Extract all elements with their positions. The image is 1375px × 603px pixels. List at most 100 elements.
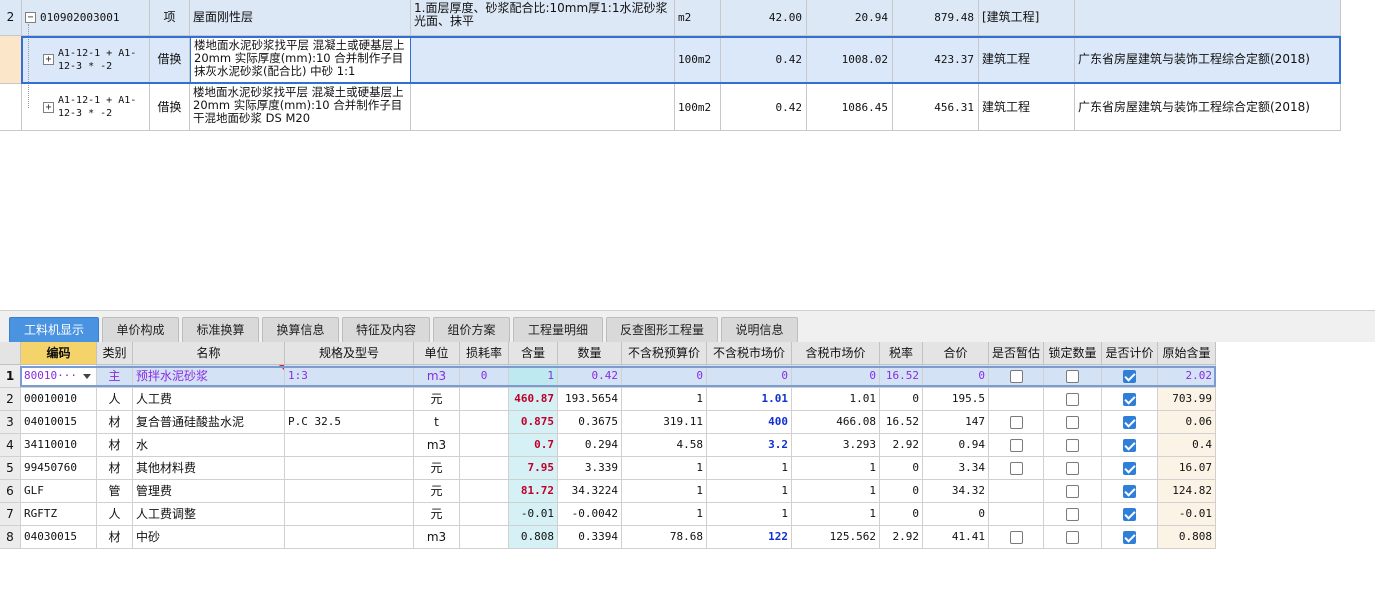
quota-row[interactable]: + A1-12-1 + A1-12-3 * -2 借换 楼地面水泥砂浆找平层 混… bbox=[0, 36, 1341, 84]
unchecked-checkbox[interactable] bbox=[1009, 462, 1023, 475]
tax-rate-cell[interactable]: 2.92 bbox=[880, 526, 923, 549]
resource-row[interactable]: 3 04010015 材 复合普通硅酸盐水泥 P.C 32.5 t 0.875 0.3675 3… bbox=[0, 411, 1216, 434]
content-cell[interactable]: 460.87 bbox=[509, 388, 558, 411]
header-is-priced[interactable]: 是否计价 bbox=[1102, 342, 1158, 365]
tab-quantity-detail[interactable]: 工程量明细 bbox=[513, 317, 603, 342]
unchecked-checkbox[interactable] bbox=[1009, 416, 1023, 429]
quantity-cell[interactable]: -0.0042 bbox=[558, 503, 622, 526]
name-cell[interactable]: 预拌水泥砂浆 bbox=[133, 365, 285, 388]
unchecked-checkbox[interactable] bbox=[1066, 439, 1079, 452]
quantity-cell[interactable]: 0.42 bbox=[558, 365, 622, 388]
checked-checkbox[interactable] bbox=[1123, 508, 1136, 521]
header-original-content[interactable]: 原始含量 bbox=[1158, 342, 1216, 365]
header-budget-price[interactable]: 不含税预算价 bbox=[622, 342, 707, 365]
unchecked-checkbox[interactable] bbox=[1066, 508, 1079, 521]
spec-cell[interactable]: P.C 32.5 bbox=[285, 411, 414, 434]
checked-checkbox[interactable] bbox=[1123, 485, 1136, 498]
tax-rate-cell[interactable]: 0 bbox=[880, 503, 923, 526]
loss-rate-cell[interactable]: 0 bbox=[460, 365, 509, 388]
is-priced-cell[interactable] bbox=[1102, 480, 1158, 503]
unchecked-checkbox[interactable] bbox=[1009, 439, 1023, 452]
unchecked-checkbox[interactable] bbox=[1066, 393, 1079, 406]
tax-rate-cell[interactable]: 0 bbox=[880, 388, 923, 411]
tab-conversion-info[interactable]: 换算信息 bbox=[262, 317, 339, 342]
is-priced-cell[interactable] bbox=[1102, 457, 1158, 480]
tax-market-price-cell[interactable]: 0 bbox=[792, 365, 880, 388]
loss-rate-cell[interactable] bbox=[460, 434, 509, 457]
unchecked-checkbox[interactable] bbox=[1066, 531, 1079, 544]
checked-checkbox[interactable] bbox=[1123, 370, 1136, 383]
content-cell[interactable]: 7.95 bbox=[509, 457, 558, 480]
lock-quantity-cell[interactable] bbox=[1044, 526, 1102, 549]
quota-row[interactable]: + A1-12-1 + A1-12-3 * -2 借换 楼地面水泥砂浆找平层 混… bbox=[0, 84, 1341, 131]
quantity-cell[interactable]: 0.42 bbox=[721, 36, 807, 84]
spec-cell[interactable]: 1:3 bbox=[285, 365, 414, 388]
unchecked-checkbox[interactable] bbox=[1066, 416, 1079, 429]
checked-checkbox[interactable] bbox=[1123, 531, 1136, 544]
header-spec[interactable]: 规格及型号 bbox=[285, 342, 414, 365]
code-cell[interactable]: 04010015 bbox=[21, 411, 97, 434]
loss-rate-cell[interactable] bbox=[460, 457, 509, 480]
spec-cell[interactable] bbox=[285, 480, 414, 503]
spec-cell[interactable] bbox=[285, 434, 414, 457]
is-priced-cell[interactable] bbox=[1102, 411, 1158, 434]
unchecked-checkbox[interactable] bbox=[1066, 370, 1079, 383]
expand-icon[interactable]: + bbox=[43, 54, 54, 65]
quantity-cell[interactable]: 34.3224 bbox=[558, 480, 622, 503]
feature-cell[interactable] bbox=[411, 84, 675, 131]
tab-features-content[interactable]: 特征及内容 bbox=[342, 317, 430, 342]
name-cell[interactable]: 管理费 bbox=[133, 480, 285, 503]
market-price-cell[interactable]: 1 bbox=[707, 503, 792, 526]
code-cell[interactable]: − 010902003001 bbox=[22, 0, 150, 36]
quantity-cell[interactable]: 193.5654 bbox=[558, 388, 622, 411]
expand-icon[interactable]: + bbox=[43, 101, 54, 113]
market-price-cell[interactable]: 1 bbox=[707, 457, 792, 480]
market-price-cell[interactable]: 400 bbox=[707, 411, 792, 434]
content-cell[interactable]: 1 bbox=[509, 365, 558, 388]
loss-rate-cell[interactable] bbox=[460, 526, 509, 549]
is-estimate-cell[interactable] bbox=[989, 503, 1044, 526]
major-cell[interactable]: 建筑工程 bbox=[979, 36, 1075, 84]
tax-market-price-cell[interactable]: 466.08 bbox=[792, 411, 880, 434]
code-cell[interactable]: GLF bbox=[21, 480, 97, 503]
code-cell[interactable]: + A1-12-1 + A1-12-3 * -2 bbox=[22, 84, 150, 131]
tab-reverse-graphic-quantity[interactable]: 反查图形工程量 bbox=[606, 317, 718, 342]
unchecked-checkbox[interactable] bbox=[1009, 531, 1023, 544]
tab-standard-conversion[interactable]: 标准换算 bbox=[182, 317, 259, 342]
market-price-cell[interactable]: 1 bbox=[707, 480, 792, 503]
quantity-cell[interactable]: 0.294 bbox=[558, 434, 622, 457]
checked-checkbox[interactable] bbox=[1123, 462, 1136, 475]
tax-market-price-cell[interactable]: 1 bbox=[792, 503, 880, 526]
market-price-cell[interactable]: 122 bbox=[707, 526, 792, 549]
unchecked-checkbox[interactable] bbox=[1009, 370, 1023, 383]
resource-row[interactable]: 4 34110010 材 水 m3 0.7 0.294 4.58 3.2 3.293 2.92 0.9… bbox=[0, 434, 1216, 457]
header-total[interactable]: 合价 bbox=[923, 342, 989, 365]
resource-row[interactable]: 2 00010010 人 人工费 元 460.87 193.5654 1 1.01 1.01 0 19… bbox=[0, 388, 1216, 411]
checked-checkbox[interactable] bbox=[1123, 416, 1136, 429]
checked-checkbox[interactable] bbox=[1123, 393, 1136, 406]
dropdown-arrow-icon[interactable] bbox=[83, 373, 91, 379]
collapse-icon[interactable]: − bbox=[25, 12, 36, 23]
tab-unit-price-composition[interactable]: 单价构成 bbox=[102, 317, 179, 342]
tab-labor-material-machine[interactable]: 工料机显示 bbox=[9, 317, 99, 342]
lock-quantity-cell[interactable] bbox=[1044, 411, 1102, 434]
header-quantity[interactable]: 数量 bbox=[558, 342, 622, 365]
header-code[interactable]: 编码 bbox=[21, 342, 97, 365]
quantity-cell[interactable]: 42.00 bbox=[721, 0, 807, 36]
tax-market-price-cell[interactable]: 1.01 bbox=[792, 388, 880, 411]
lock-quantity-cell[interactable] bbox=[1044, 388, 1102, 411]
market-price-cell[interactable]: 1.01 bbox=[707, 388, 792, 411]
header-loss-rate[interactable]: 损耗率 bbox=[460, 342, 509, 365]
major-cell[interactable]: 建筑工程 bbox=[979, 84, 1075, 131]
name-cell[interactable]: 人工费 bbox=[133, 388, 285, 411]
tax-rate-cell[interactable]: 0 bbox=[880, 457, 923, 480]
name-cell[interactable]: 中砂 bbox=[133, 526, 285, 549]
spec-cell[interactable] bbox=[285, 388, 414, 411]
lock-quantity-cell[interactable] bbox=[1044, 365, 1102, 388]
is-estimate-cell[interactable] bbox=[989, 526, 1044, 549]
code-cell[interactable]: 80010··· bbox=[21, 365, 97, 388]
name-cell[interactable]: 其他材料费 bbox=[133, 457, 285, 480]
tax-rate-cell[interactable]: 2.92 bbox=[880, 434, 923, 457]
resource-row[interactable]: 7 RGFTZ 人 人工费调整 元 -0.01 -0.0042 1 1 1 0 0 -0.01 bbox=[0, 503, 1216, 526]
code-cell[interactable]: 04030015 bbox=[21, 526, 97, 549]
